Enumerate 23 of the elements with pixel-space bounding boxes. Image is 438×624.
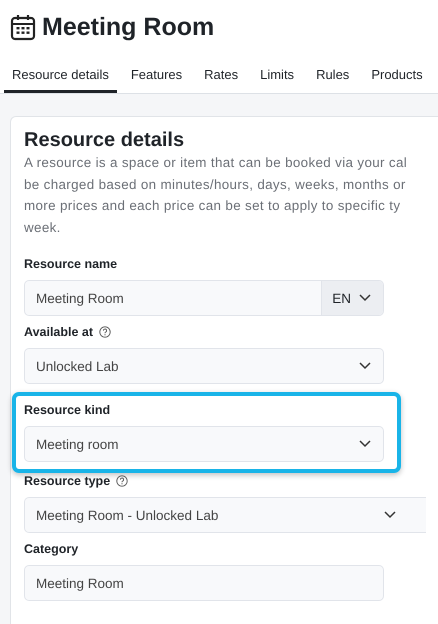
tab[interactable]: Limits [252, 64, 302, 93]
text-field[interactable]: Meeting Room [24, 565, 384, 601]
page-title: Meeting Room [42, 12, 214, 42]
chevron-down-icon [384, 511, 396, 519]
select-field[interactable]: Unlocked Lab [24, 348, 384, 384]
tab[interactable]: Features [122, 64, 190, 93]
section-heading: Resource details [24, 129, 184, 152]
calendar-icon [10, 13, 36, 41]
chevron-down-icon [359, 362, 371, 370]
field-label: Resource kind [24, 403, 110, 417]
select-field[interactable]: Meeting Room - Unlocked Lab [24, 497, 426, 533]
select-field[interactable]: Meeting room [24, 426, 384, 462]
tab[interactable]: Rates [196, 64, 246, 93]
help-icon [99, 326, 112, 338]
help-icon [116, 475, 128, 487]
tab[interactable]: Rules [308, 64, 358, 93]
field-label: Available at [24, 325, 94, 339]
field-label: Resource type [24, 474, 110, 488]
section-description: A resource is a space or item that can be booked via your cal be charged based on minutes/hours, days, weeks, months or more prices and each price can be set to apply to specific ty week. [24, 154, 408, 236]
chevron-down-icon [359, 440, 371, 448]
tab[interactable]: Products [363, 64, 431, 93]
field-label: Resource name [24, 257, 118, 271]
field-label: Category [24, 542, 78, 556]
